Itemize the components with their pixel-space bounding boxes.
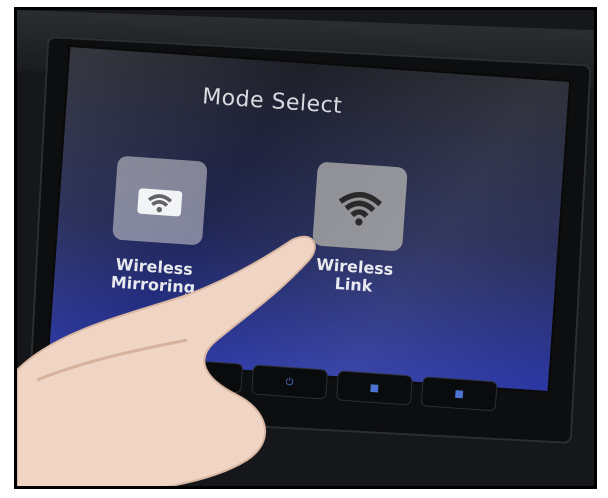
wifi-icon [338,192,383,226]
button-icon: ■ [369,382,380,394]
hand-finger [17,235,316,486]
wifi-phone-icon [137,188,183,217]
photo-frame: Mode Select Wireless Mirroring Wireless Li… [14,7,597,489]
hardware-button-3[interactable]: ■ [335,370,413,406]
hardware-button-4[interactable]: ■ [420,376,498,412]
mode-select-title: Mode Select [201,84,344,120]
wireless-link-label-text: Wireless Link [315,254,394,296]
button-icon: ■ [454,388,465,400]
